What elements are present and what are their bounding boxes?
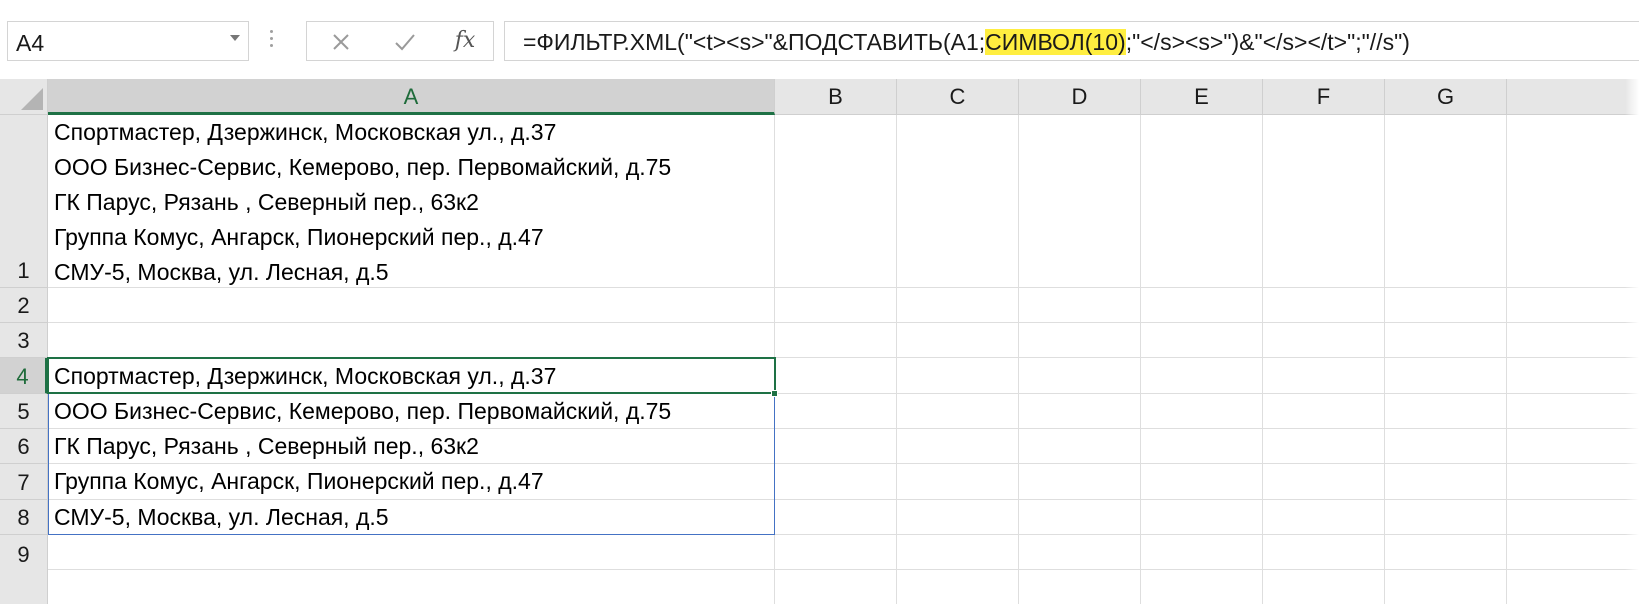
row-header-7[interactable]: 7 (0, 464, 48, 500)
column-header-h[interactable] (1507, 79, 1639, 115)
cell-a8[interactable]: СМУ-5, Москва, ул. Лесная, д.5 (54, 500, 389, 535)
column-header-d[interactable]: D (1019, 79, 1141, 115)
column-header-g[interactable]: G (1385, 79, 1507, 115)
edge-fade (1625, 79, 1639, 604)
cell-a1-line: ООО Бизнес-Сервис, Кемерово, пер. Первом… (54, 154, 672, 180)
row-header-1[interactable]: 1 (0, 115, 48, 288)
row-header-label: 8 (17, 505, 30, 530)
column-header-e[interactable]: E (1141, 79, 1263, 115)
insert-function-icon[interactable]: fx (449, 25, 481, 57)
cell-a1-line: ГК Парус, Рязань , Северный пер., 63к2 (54, 189, 479, 215)
row-header-4[interactable]: 4 (0, 358, 48, 394)
row-header-label: 3 (17, 328, 30, 353)
formula-highlight: СИМВОЛ(10) (985, 29, 1126, 55)
formula-part-before: =ФИЛЬТР.XML("<t><s>"&ПОДСТАВИТЬ(A1; (523, 29, 986, 55)
formula-input[interactable]: =ФИЛЬТР.XML("<t><s>"&ПОДСТАВИТЬ(A1;СИМВО… (504, 21, 1639, 61)
column-header-f[interactable]: F (1263, 79, 1385, 115)
gridline (1018, 115, 1019, 604)
formula-part-after: ;"</s><s>")&"</s></t>";"//s") (1125, 29, 1410, 55)
row-header-6[interactable]: 6 (0, 429, 48, 464)
row-header-label: 6 (17, 434, 30, 459)
spreadsheet-grid: A B C D E F G 1 2 3 4 5 6 7 8 9 Спортмас… (0, 79, 1639, 604)
row-header-label: 9 (17, 542, 30, 567)
row-header-3[interactable]: 3 (0, 323, 48, 358)
gridline (896, 115, 897, 604)
row-header-label: 5 (17, 399, 30, 424)
name-box[interactable]: A4 (7, 21, 249, 61)
row-header-9[interactable]: 9 (0, 535, 48, 604)
select-all-icon (21, 88, 43, 110)
check-icon[interactable] (391, 28, 419, 56)
fill-handle[interactable] (771, 390, 778, 397)
chevron-down-icon[interactable] (230, 35, 240, 41)
row-header-5[interactable]: 5 (0, 394, 48, 429)
drag-handle-icon[interactable] (270, 30, 274, 52)
row-header-label: 2 (17, 293, 30, 318)
row-header-label: 7 (17, 470, 30, 495)
formula-bar: A4 fx =ФИЛЬТР.XML("<t><s>"&ПОДСТАВИТЬ(A1… (0, 0, 1639, 79)
cell-a1-line: СМУ-5, Москва, ул. Лесная, д.5 (54, 259, 389, 285)
formula-text: =ФИЛЬТР.XML("<t><s>"&ПОДСТАВИТЬ(A1;СИМВО… (523, 29, 1410, 56)
cancel-icon[interactable] (327, 28, 355, 56)
gridline (1506, 115, 1507, 604)
cell-a5[interactable]: ООО Бизнес-Сервис, Кемерово, пер. Первом… (54, 394, 671, 429)
formula-buttons: fx (306, 21, 494, 61)
row-header-2[interactable]: 2 (0, 288, 48, 323)
column-header-c[interactable]: C (897, 79, 1019, 115)
row-header-label: 4 (16, 364, 29, 389)
gridline (1140, 115, 1141, 604)
name-box-value: A4 (16, 30, 45, 56)
select-all-button[interactable] (0, 79, 48, 115)
row-header-8[interactable]: 8 (0, 500, 48, 535)
gridline (48, 569, 1639, 570)
cell-a1-line: Группа Комус, Ангарск, Пионерский пер., … (54, 224, 544, 250)
active-cell-border (47, 357, 776, 394)
gridline (1384, 115, 1385, 604)
cell-a1-line: Спортмастер, Дзержинск, Московская ул., … (54, 119, 557, 145)
gridline (48, 322, 1639, 323)
gridline (1262, 115, 1263, 604)
row-header-label: 1 (17, 258, 30, 283)
column-header-b[interactable]: B (775, 79, 897, 115)
cell-a6[interactable]: ГК Парус, Рязань , Северный пер., 63к2 (54, 429, 479, 464)
cell-a1[interactable]: Спортмастер, Дзержинск, Московская ул., … (48, 115, 774, 287)
column-header-a[interactable]: A (48, 79, 775, 115)
cell-a7[interactable]: Группа Комус, Ангарск, Пионерский пер., … (54, 464, 544, 499)
